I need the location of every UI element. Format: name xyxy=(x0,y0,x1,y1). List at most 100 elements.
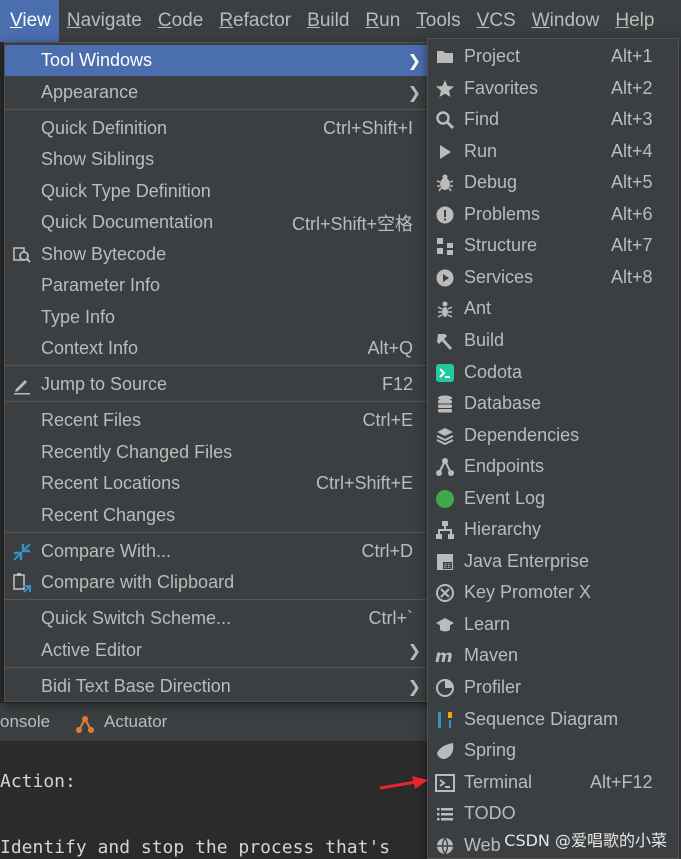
tool-window-item-todo[interactable]: TODO xyxy=(428,798,678,829)
menu-run[interactable]: Run xyxy=(357,0,408,42)
menu-item-label: Structure xyxy=(464,235,538,255)
chevron-right-icon: ❯ xyxy=(407,678,421,696)
clipboard-compare-icon xyxy=(11,572,33,594)
chevron-right-icon: ❯ xyxy=(407,642,421,660)
menu-item-label: Debug xyxy=(464,172,518,192)
tool-window-item-hierarchy[interactable]: Hierarchy xyxy=(428,514,678,545)
menu-item-label: Web xyxy=(464,835,501,855)
menu-item-recent-changes[interactable]: Recent Changes xyxy=(5,500,427,531)
menu-item-appearance[interactable]: Appearance ❯ xyxy=(5,77,427,108)
menu-tools[interactable]: Tools xyxy=(408,0,468,42)
menu-item-label: Dependencies xyxy=(464,425,580,445)
menu-item-label: Show Siblings xyxy=(41,149,155,169)
menu-navigate[interactable]: Navigate xyxy=(59,0,150,42)
menu-item-tool-windows[interactable]: Tool Windows ❯ xyxy=(5,45,427,76)
alert-icon xyxy=(434,204,456,226)
console-line: Identify and stop the process that's xyxy=(0,837,391,858)
tool-window-tab-strip xyxy=(0,703,430,741)
tool-window-item-terminal[interactable]: Terminal Alt+F12 xyxy=(428,767,678,798)
menu-item-jump-to-source[interactable]: Jump to Source F12 xyxy=(5,369,427,400)
menu-item-label: Recently Changed Files xyxy=(41,442,233,462)
tool-window-item-maven[interactable]: m Maven xyxy=(428,640,678,671)
terminal-icon xyxy=(434,772,456,794)
menu-item-shortcut: F12 xyxy=(381,374,413,394)
tool-window-item-debug[interactable]: Debug Alt+5 xyxy=(428,167,678,198)
menu-item-label: Appearance xyxy=(41,82,139,102)
menu-bar: View Navigate Code Refactor Build Run To… xyxy=(0,0,681,42)
tool-window-item-find[interactable]: Find Alt+3 xyxy=(428,104,678,135)
menu-item-shortcut: Alt+Q xyxy=(367,338,413,358)
menu-item-label: Codota xyxy=(464,362,523,382)
menu-item-label: Database xyxy=(464,393,542,413)
menu-item-show-bytecode[interactable]: Show Bytecode xyxy=(5,239,427,270)
menu-refactor[interactable]: Refactor xyxy=(211,0,299,42)
menu-item-compare-with-clipboard[interactable]: Compare with Clipboard xyxy=(5,567,427,598)
tab-console[interactable]: onsole xyxy=(0,703,50,741)
tab-actuator[interactable]: Actuator xyxy=(74,703,167,741)
menu-help[interactable]: Help xyxy=(607,0,662,42)
menu-item-shortcut: Alt+F12 xyxy=(590,772,653,792)
menu-view[interactable]: View xyxy=(0,0,59,42)
profiler-icon xyxy=(434,677,456,699)
menu-item-recent-files[interactable]: Recent Files Ctrl+E xyxy=(5,405,427,436)
tool-window-item-spring[interactable]: Spring xyxy=(428,735,678,766)
tool-window-item-learn[interactable]: Learn xyxy=(428,609,678,640)
menu-item-label: Maven xyxy=(464,645,519,665)
tool-window-item-database[interactable]: Database xyxy=(428,388,678,419)
tool-window-item-dependencies[interactable]: Dependencies xyxy=(428,420,678,451)
search-icon xyxy=(434,109,456,131)
menu-item-shortcut: Alt+2 xyxy=(611,78,653,98)
structure-icon xyxy=(434,235,456,257)
star-icon xyxy=(434,78,456,100)
menu-item-quick-documentation[interactable]: Quick Documentation Ctrl+Shift+空格 xyxy=(5,207,427,238)
menu-item-recently-changed-files[interactable]: Recently Changed Files xyxy=(5,437,427,468)
menu-item-label: Tool Windows xyxy=(41,50,153,70)
tool-window-item-event-log[interactable]: Event Log xyxy=(428,483,678,514)
menu-item-recent-locations[interactable]: Recent Locations Ctrl+Shift+E xyxy=(5,468,427,499)
key-promoter-icon xyxy=(434,582,456,604)
tool-window-item-key-promoter-x[interactable]: Key Promoter X xyxy=(428,577,678,608)
tool-window-item-sequence-diagram[interactable]: Sequence Diagram xyxy=(428,704,678,735)
tool-window-item-codota[interactable]: Codota xyxy=(428,357,678,388)
tool-window-item-build[interactable]: Build xyxy=(428,325,678,356)
menu-item-context-info[interactable]: Context Info Alt+Q xyxy=(5,333,427,364)
menu-item-label: Endpoints xyxy=(464,456,545,476)
tool-window-item-ant[interactable]: Ant xyxy=(428,293,678,324)
menu-item-label: Recent Changes xyxy=(41,505,176,525)
menu-item-shortcut: Ctrl+Shift+E xyxy=(315,473,413,493)
menu-item-shortcut: Ctrl+Shift+空格 xyxy=(291,213,413,234)
menu-vcs[interactable]: VCS xyxy=(469,0,524,42)
database-icon xyxy=(434,393,456,415)
tool-window-item-project[interactable]: Project Alt+1 xyxy=(428,41,678,72)
tool-window-item-problems[interactable]: Problems Alt+6 xyxy=(428,199,678,230)
tool-window-item-profiler[interactable]: Profiler xyxy=(428,672,678,703)
menu-item-bidi-text-base-direction[interactable]: Bidi Text Base Direction ❯ xyxy=(5,671,427,702)
menu-item-quick-type-definition[interactable]: Quick Type Definition xyxy=(5,176,427,207)
tool-window-item-java-enterprise[interactable]: EE Java Enterprise xyxy=(428,546,678,577)
hierarchy-icon xyxy=(434,519,456,541)
tool-window-item-services[interactable]: Services Alt+8 xyxy=(428,262,678,293)
menu-item-label: Parameter Info xyxy=(41,275,161,295)
menu-separator xyxy=(5,599,427,600)
menu-code[interactable]: Code xyxy=(150,0,211,42)
menu-item-active-editor[interactable]: Active Editor ❯ xyxy=(5,635,427,666)
menu-item-type-info[interactable]: Type Info xyxy=(5,302,427,333)
menu-item-parameter-info[interactable]: Parameter Info xyxy=(5,270,427,301)
menu-item-shortcut: Alt+7 xyxy=(611,235,653,255)
tool-window-item-favorites[interactable]: Favorites Alt+2 xyxy=(428,73,678,104)
tool-window-item-structure[interactable]: Structure Alt+7 xyxy=(428,230,678,261)
menu-item-compare-with[interactable]: Compare With... Ctrl+D xyxy=(5,536,427,567)
chevron-right-icon: ❯ xyxy=(407,52,421,70)
tool-window-item-endpoints[interactable]: Endpoints xyxy=(428,451,678,482)
java-enterprise-icon: EE xyxy=(434,551,456,573)
menu-item-show-siblings[interactable]: Show Siblings xyxy=(5,144,427,175)
menu-item-quick-definition[interactable]: Quick Definition Ctrl+Shift+I xyxy=(5,113,427,144)
menu-item-label: Type Info xyxy=(41,307,116,327)
menu-window[interactable]: Window xyxy=(524,0,608,42)
web-icon xyxy=(434,835,456,857)
tool-window-item-run[interactable]: Run Alt+4 xyxy=(428,136,678,167)
menu-item-quick-switch-scheme[interactable]: Quick Switch Scheme... Ctrl+` xyxy=(5,603,427,634)
learn-icon xyxy=(434,614,456,636)
menu-build[interactable]: Build xyxy=(299,0,357,42)
menu-item-label: Build xyxy=(464,330,505,350)
